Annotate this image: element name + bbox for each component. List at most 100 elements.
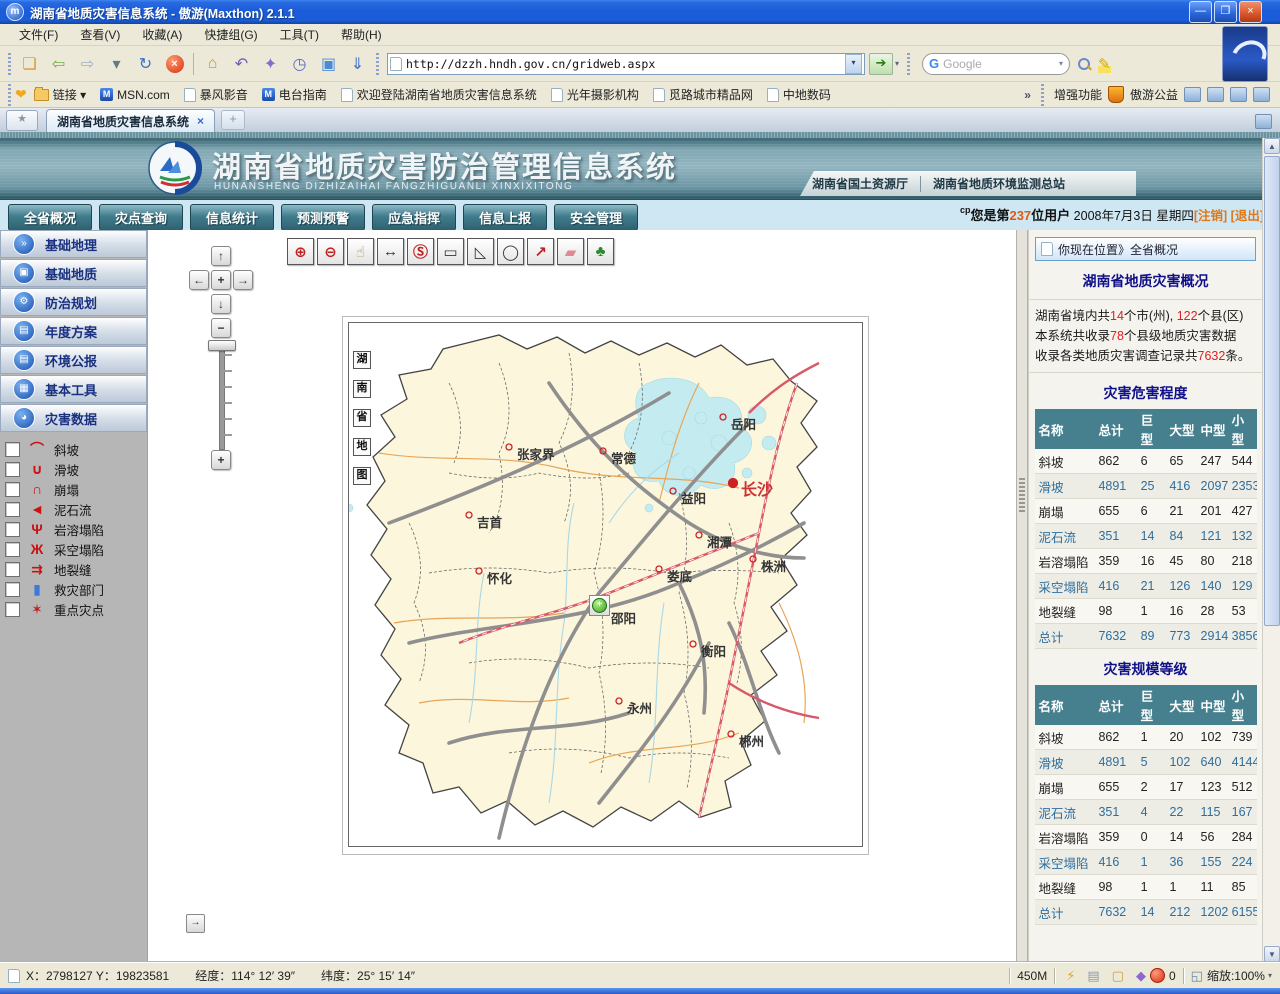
- select-polygon-icon[interactable]: ◺: [467, 238, 494, 265]
- layer-checkbox[interactable]: [5, 502, 20, 517]
- pan-right-button[interactable]: →: [233, 270, 253, 290]
- layer-checkbox[interactable]: [5, 482, 20, 497]
- proxy-icon[interactable]: ▤: [1087, 968, 1099, 984]
- map-marker-button[interactable]: +: [589, 595, 610, 616]
- toolbar-grip[interactable]: [1041, 84, 1044, 106]
- full-extent-icon[interactable]: ♣: [587, 238, 614, 265]
- address-bar[interactable]: http://dzzh.hndh.gov.cn/gridweb.aspx ▾: [387, 53, 865, 75]
- layer-checkbox[interactable]: [5, 442, 20, 457]
- sidebar-group-防治规划[interactable]: ⚙防治规划: [0, 288, 147, 316]
- google-logo-icon[interactable]: G: [929, 56, 939, 71]
- refresh-icon[interactable]: ↻: [132, 50, 159, 77]
- pan-left-button[interactable]: ←: [189, 270, 209, 290]
- splitter-handle-icon[interactable]: [1019, 478, 1025, 512]
- bookmark-item[interactable]: 链接 ▾: [27, 84, 93, 105]
- panel-splitter[interactable]: [1016, 230, 1028, 962]
- menu-item-A[interactable]: 收藏(A): [131, 24, 193, 45]
- search-input[interactable]: Google: [943, 57, 1059, 71]
- pan-center-button[interactable]: +: [211, 270, 231, 290]
- nav-tab-预测预警[interactable]: 预测预警: [281, 204, 365, 231]
- layer-checkbox[interactable]: [5, 562, 20, 577]
- layer-checkbox[interactable]: [5, 542, 20, 557]
- bookmark-item[interactable]: 中地数码: [760, 84, 838, 105]
- plus-features-link[interactable]: 增强功能: [1054, 86, 1102, 103]
- search-box[interactable]: G Google ▾: [922, 53, 1070, 75]
- undo-icon[interactable]: ↶: [228, 50, 255, 77]
- sidebar-group-灾害数据[interactable]: ◕灾害数据: [0, 404, 147, 432]
- menu-item-H[interactable]: 帮助(H): [330, 24, 393, 45]
- favorites-icon[interactable]: ❤: [15, 86, 27, 103]
- toolbar-grip[interactable]: [376, 53, 379, 75]
- link-land-resources-dept[interactable]: 湖南省国土资源厅: [800, 175, 920, 192]
- layer-checkbox[interactable]: [5, 582, 20, 597]
- pan-up-button[interactable]: ↑: [211, 246, 231, 266]
- measure-distance-icon[interactable]: ↔: [377, 238, 404, 265]
- minimize-button[interactable]: —: [1189, 1, 1212, 23]
- zoom-out-icon[interactable]: ⊖: [317, 238, 344, 265]
- go-button[interactable]: ➔: [869, 53, 893, 75]
- popup-blocker-icon[interactable]: ▢: [1112, 968, 1124, 984]
- scroll-up-icon[interactable]: ▲: [1264, 138, 1280, 154]
- dropdown-icon[interactable]: ▾: [103, 50, 130, 77]
- bookmark-item[interactable]: 欢迎登陆湖南省地质灾害信息系统: [334, 84, 544, 105]
- scroll-thumb[interactable]: [1264, 156, 1280, 626]
- sidebar-group-基本工具[interactable]: ▦基本工具: [0, 375, 147, 403]
- nav-tab-信息统计[interactable]: 信息统计: [190, 204, 274, 231]
- zoom-out-button[interactable]: −: [211, 318, 231, 338]
- toolbar-grip[interactable]: [907, 53, 910, 75]
- go-dropdown-icon[interactable]: ▾: [895, 59, 899, 68]
- url-dropdown-icon[interactable]: ▾: [845, 54, 862, 74]
- search-engine-dropdown-icon[interactable]: ▾: [1059, 59, 1063, 68]
- nav-tab-安全管理[interactable]: 安全管理: [554, 204, 638, 231]
- zoom-slider-thumb[interactable]: [208, 340, 236, 351]
- scroll-down-icon[interactable]: ▼: [1264, 946, 1280, 962]
- new-tab-button[interactable]: +: [221, 110, 245, 130]
- layer-checkbox[interactable]: [5, 602, 20, 617]
- eraser-icon[interactable]: ▰: [557, 238, 584, 265]
- exit-link[interactable]: [退出]: [1231, 209, 1264, 223]
- toolbar-grip[interactable]: [8, 84, 11, 106]
- layer-checkbox[interactable]: [5, 522, 20, 537]
- history-icon[interactable]: ◷: [286, 50, 313, 77]
- boost-icon[interactable]: ⚡: [1066, 968, 1075, 984]
- maximize-button[interactable]: ❐: [1214, 1, 1237, 23]
- download-icon[interactable]: ⇓: [344, 50, 371, 77]
- url-text[interactable]: http://dzzh.hndh.gov.cn/gridweb.aspx: [406, 57, 845, 71]
- pan-down-button[interactable]: ↓: [211, 294, 231, 314]
- close-button[interactable]: ×: [1239, 1, 1262, 23]
- sidebar-group-年度方案[interactable]: ▤年度方案: [0, 317, 147, 345]
- tab-close-icon[interactable]: ×: [197, 114, 204, 128]
- maxthon-shield-icon[interactable]: [1108, 86, 1124, 103]
- back-icon[interactable]: ⇦: [45, 50, 72, 77]
- select-circle-icon[interactable]: ◯: [497, 238, 524, 265]
- measure-area-icon[interactable]: Ⓢ: [407, 238, 434, 265]
- bookmark-item[interactable]: MMSN.com: [93, 86, 177, 104]
- nav-tab-灾点查询[interactable]: 灾点查询: [99, 204, 183, 231]
- hunan-province-map[interactable]: 张家界常德岳阳益阳长沙吉首湘潭株洲怀化娄底邵阳衡阳永州郴州: [349, 323, 862, 846]
- maxthon-window-icon[interactable]: m: [6, 3, 24, 21]
- bookmark-item[interactable]: M电台指南: [255, 84, 334, 105]
- plugin-icon[interactable]: ◆: [1136, 968, 1146, 984]
- window-list-icon[interactable]: ▣: [315, 50, 342, 77]
- nav-tab-应急指挥[interactable]: 应急指挥: [372, 204, 456, 231]
- select-rect-icon[interactable]: ▭: [437, 238, 464, 265]
- resize-icon[interactable]: ◱: [1191, 968, 1203, 984]
- page-next-button[interactable]: →: [186, 914, 205, 933]
- highlighter-icon[interactable]: ✎: [1098, 55, 1111, 73]
- bookmarks-overflow-icon[interactable]: »: [1024, 88, 1031, 102]
- maxthon-charity-link[interactable]: 傲游公益: [1130, 86, 1178, 103]
- nav-tab-信息上报[interactable]: 信息上报: [463, 204, 547, 231]
- new-page-icon[interactable]: ❏: [16, 50, 43, 77]
- layer-checkbox[interactable]: [5, 462, 20, 477]
- menu-item-G[interactable]: 快捷组(G): [193, 24, 268, 45]
- menu-item-F[interactable]: 文件(F): [8, 24, 69, 45]
- favorites-tab-button[interactable]: ★: [6, 110, 38, 131]
- map-viewport[interactable]: 湖南省地图: [348, 322, 863, 847]
- sidebar-group-环境公报[interactable]: ▤环境公报: [0, 346, 147, 374]
- popup-blocked-icon[interactable]: [1150, 968, 1165, 983]
- zoom-in-button[interactable]: +: [211, 450, 231, 470]
- sidebar-group-基础地理[interactable]: »基础地理: [0, 230, 147, 258]
- tools-icon[interactable]: [1253, 87, 1270, 102]
- draw-line-icon[interactable]: ↗: [527, 238, 554, 265]
- sidebar-group-基础地质[interactable]: ▣基础地质: [0, 259, 147, 287]
